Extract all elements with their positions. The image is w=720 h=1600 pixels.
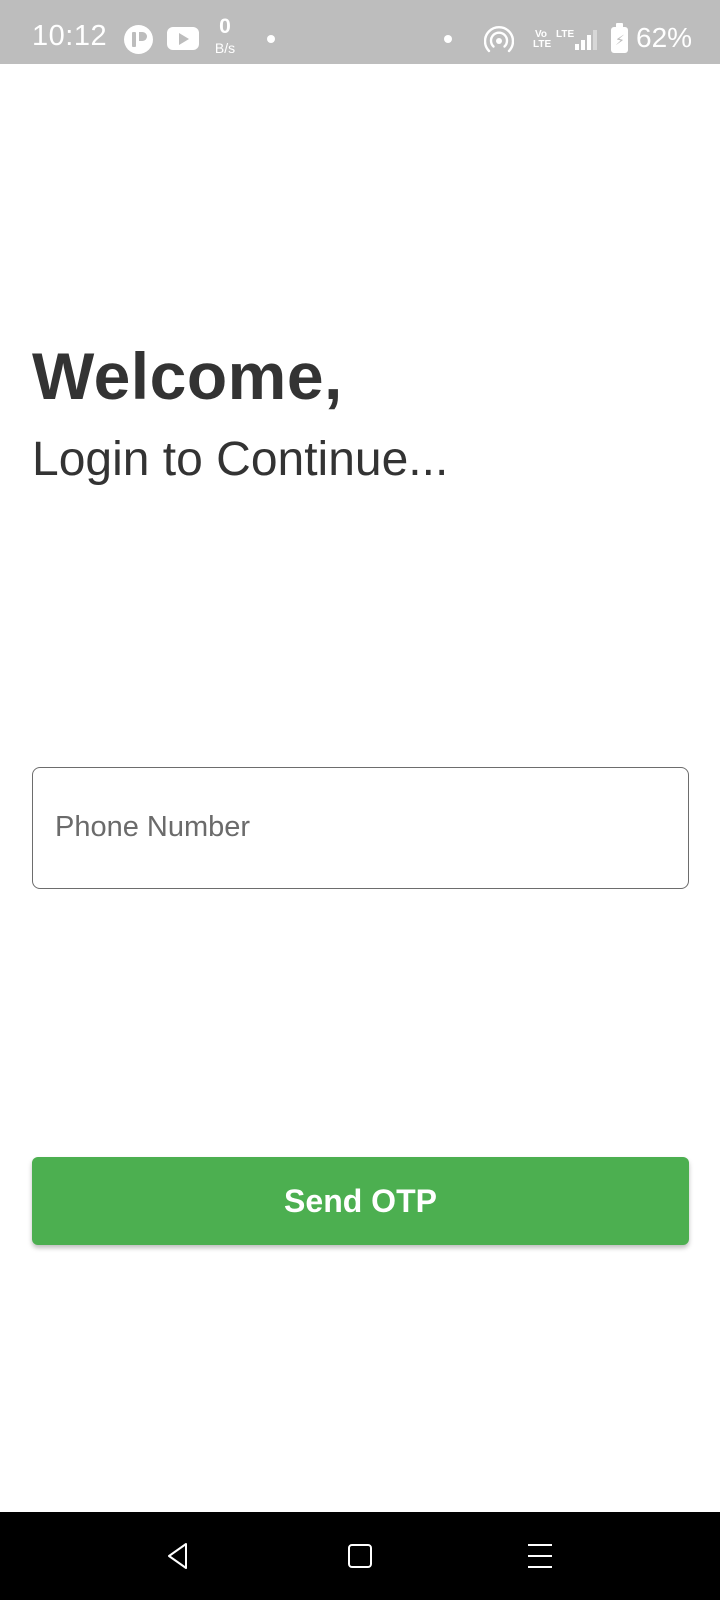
notification-dot-icon	[444, 35, 452, 43]
phone-number-input[interactable]	[55, 768, 665, 887]
nav-menu-button[interactable]	[496, 1512, 584, 1600]
network-speed-value: 0	[219, 15, 231, 38]
navigation-bar	[0, 1512, 720, 1600]
hotspot-icon	[483, 26, 515, 56]
menu-icon	[528, 1544, 552, 1568]
battery-percent: 62%	[636, 22, 693, 53]
login-subtitle: Login to Continue...	[32, 433, 449, 486]
status-time: 10:12	[32, 20, 108, 52]
signal-icon	[575, 30, 599, 50]
phone-number-field[interactable]	[32, 767, 689, 889]
youtube-icon	[167, 27, 199, 50]
volte-icon: Vo LTE	[533, 29, 552, 50]
nav-back-button[interactable]	[134, 1512, 222, 1600]
network-speed-unit: B/s	[214, 40, 236, 56]
send-otp-button[interactable]: Send OTP	[32, 1157, 689, 1245]
welcome-title: Welcome,	[32, 339, 343, 413]
notification-dot-icon	[267, 35, 275, 43]
network-speed: 0 B/s	[208, 16, 242, 55]
back-icon	[168, 1543, 187, 1569]
app-t-icon	[124, 25, 153, 54]
status-bar: 10:12 0 B/s Vo LTE LTE ⚡ 62%	[0, 0, 720, 64]
nav-home-button[interactable]	[316, 1512, 404, 1600]
battery-charging-icon: ⚡	[611, 23, 628, 53]
home-icon	[348, 1544, 372, 1568]
lte-icon: LTE	[556, 29, 575, 40]
